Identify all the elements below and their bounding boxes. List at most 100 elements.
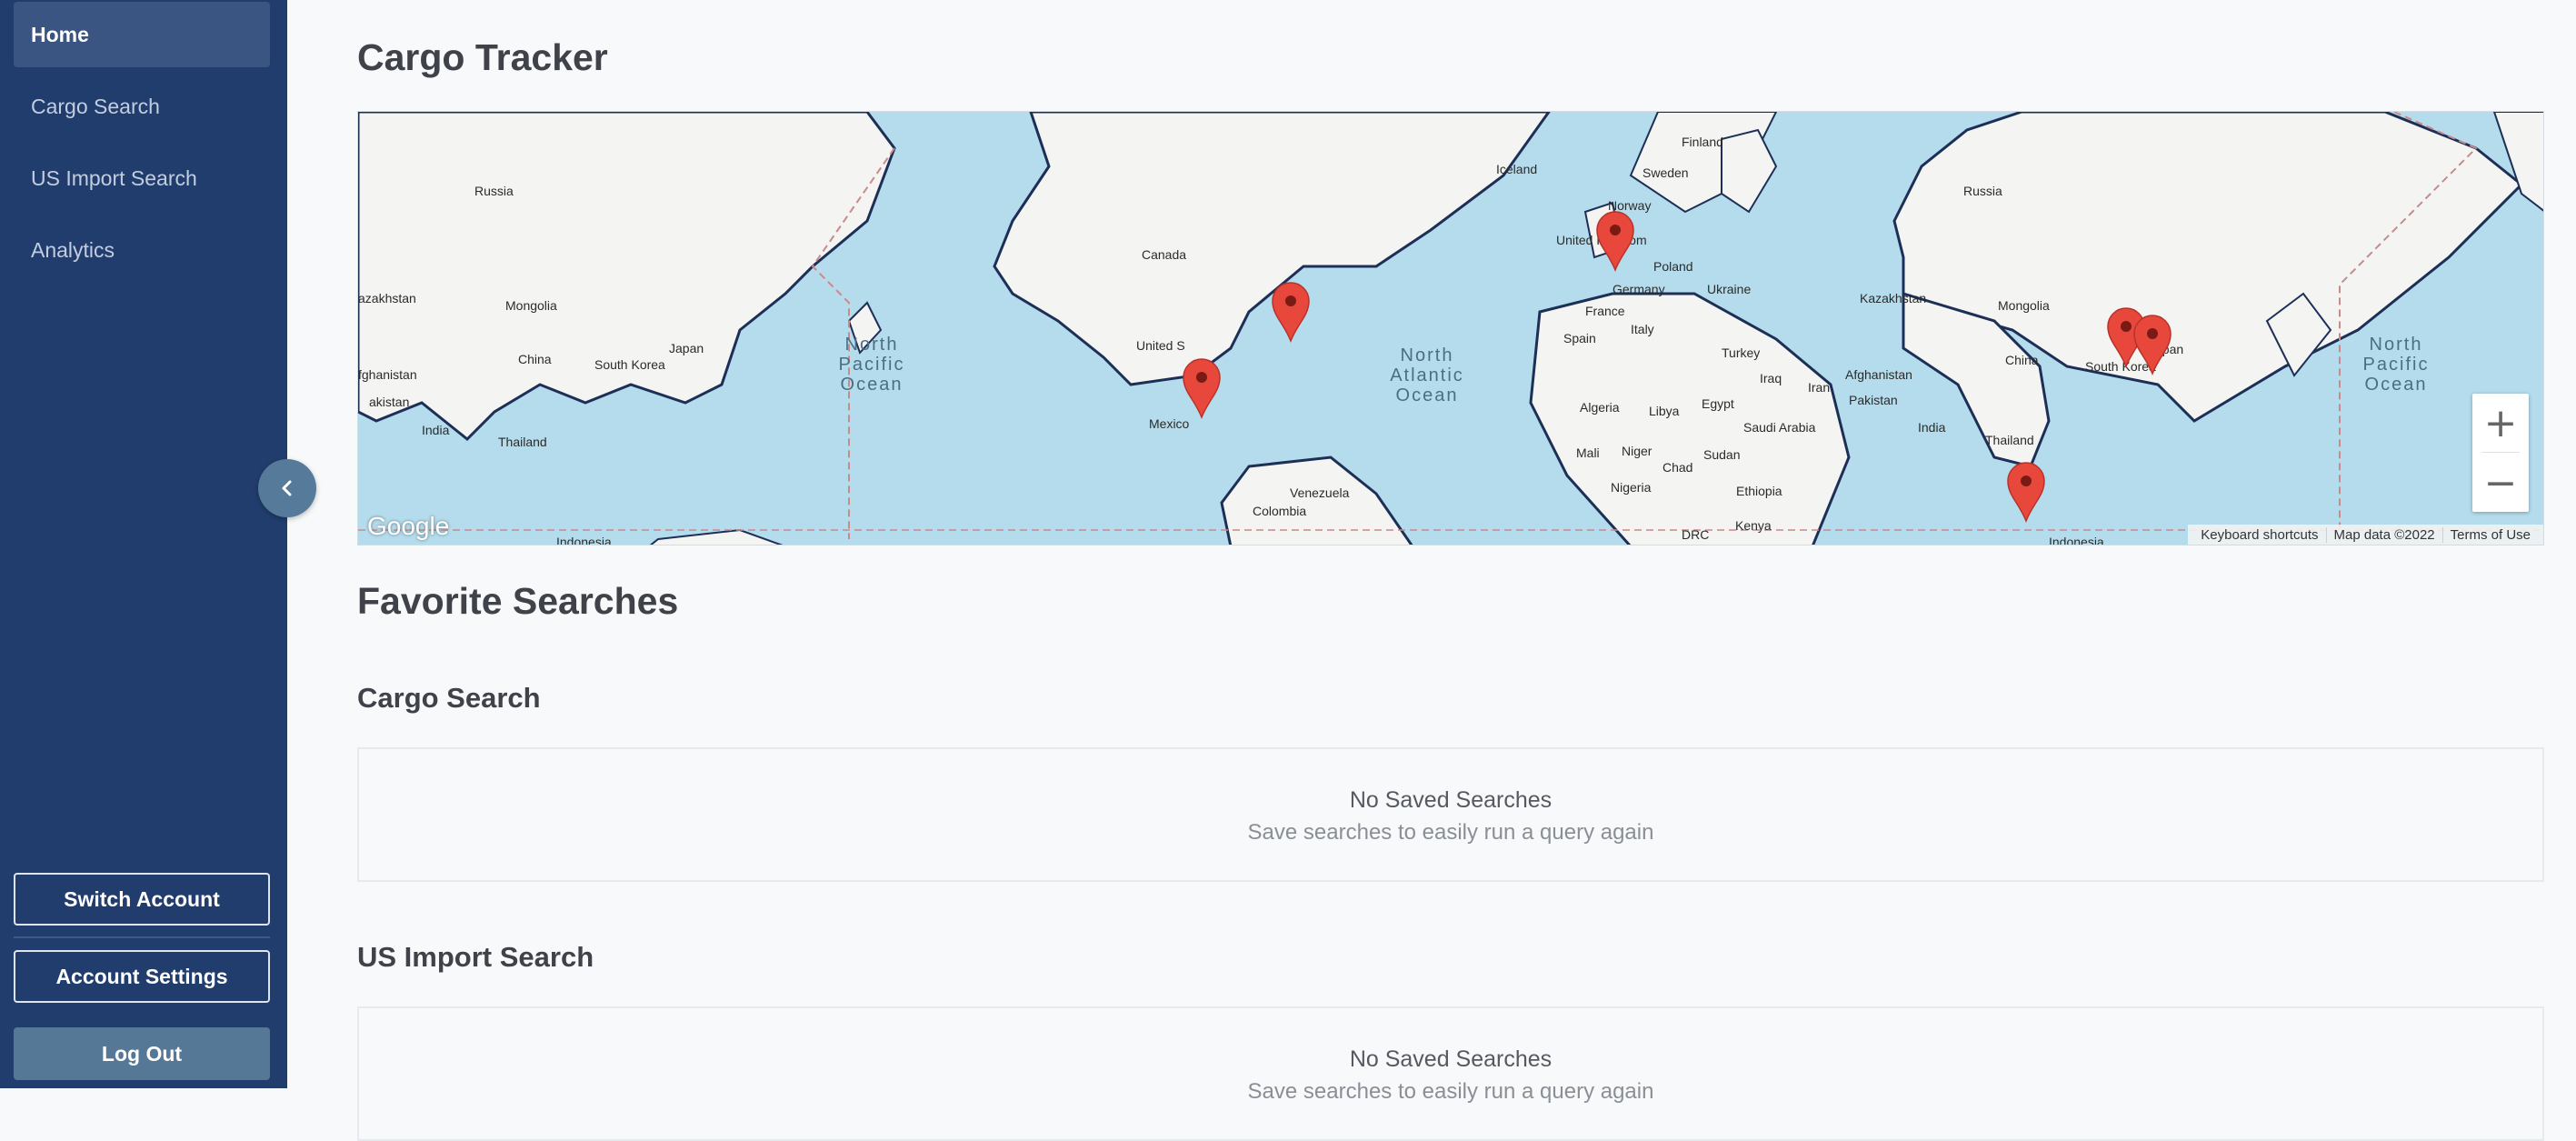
ocean-label: Pacific [2363,355,2430,375]
ocean-label: North [2370,335,2423,355]
map-label: Mongolia [1998,298,2050,313]
collapse-sidebar-button[interactable] [258,459,316,517]
map-label: Mexico [1149,416,1190,431]
map-label: Indonesia [2049,535,2104,545]
map-label: South Korea [594,357,665,372]
map-label: Ukraine [1707,282,1751,296]
zoom-out-button[interactable]: − [2472,454,2529,512]
map-canvas[interactable]: Russia Mongolia China South Korea Japan … [358,112,2544,545]
sidebar-item-label: US Import Search [31,165,197,190]
sidebar-item-home[interactable]: Home [14,2,270,67]
map-label: Venezuela [1290,485,1350,500]
map-label: India [422,423,450,437]
us-import-search-empty-card: No Saved Searches Save searches to easil… [357,1006,2544,1141]
map-label: DRC [1682,527,1709,542]
page-title: Cargo Tracker [357,36,608,78]
sidebar: Home Cargo Search US Import Search Analy… [0,0,287,1088]
map-label: Finland [1682,135,1723,149]
map-label: Saudi Arabia [1743,420,1816,435]
map-label: Russia [1963,184,2002,198]
map-label: Japan [669,341,704,355]
map-label: Norway [1608,198,1651,213]
sidebar-item-label: Home [31,22,89,46]
ocean-label: Ocean [1396,385,1459,405]
google-logo: Google [367,512,450,540]
plus-icon: + [2483,399,2518,446]
keyboard-shortcuts-link[interactable]: Keyboard shortcuts [2193,527,2325,543]
map-label: Pakistan [1849,393,1898,407]
map-label: United S [1136,338,1185,353]
map-attribution: Keyboard shortcuts Map data ©2022 Terms … [2188,525,2543,545]
empty-state-subtitle: Save searches to easily run a query agai… [1247,1079,1654,1104]
map-label: Algeria [1580,400,1620,415]
map-label: France [1585,304,1625,318]
map-label: Iceland [1496,162,1537,176]
ocean-label: North [845,335,899,355]
map-label: azakhstan [358,291,416,305]
map-label: Colombia [1253,504,1306,518]
zoom-divider [2481,452,2520,453]
map-label: Poland [1653,259,1693,274]
map-label: Afghanistan [1845,367,1912,382]
switch-account-button[interactable]: Switch Account [14,873,270,926]
map-label: Sweden [1642,165,1689,180]
zoom-in-button[interactable]: + [2472,394,2529,452]
section-title-us-import-search: US Import Search [357,941,594,973]
switch-account-label: Switch Account [64,886,220,911]
sidebar-item-cargo-search[interactable]: Cargo Search [14,74,270,139]
account-settings-label: Account Settings [55,964,228,988]
map-label: Niger [1622,444,1652,458]
map-label: Indonesia [556,535,612,545]
ocean-label: North [1401,345,1454,365]
sidebar-item-label: Analytics [31,237,115,262]
map-label: China [2005,353,2039,367]
account-settings-button[interactable]: Account Settings [14,950,270,1003]
map-label: Libya [1649,404,1680,418]
minus-icon: − [2483,459,2518,506]
log-out-button[interactable]: Log Out [14,1027,270,1080]
map-label: Thailand [1985,433,2034,447]
empty-state-title: No Saved Searches [1349,1046,1553,1072]
map-data-text: Map data ©2022 [2325,526,2442,543]
ocean-label: Pacific [839,355,905,375]
map-label: Egypt [1702,396,1734,411]
ocean-label: Atlantic [1390,365,1464,385]
map-label: Canada [1142,247,1186,262]
sidebar-item-us-import-search[interactable]: US Import Search [14,145,270,211]
map-label: Turkey [1722,345,1760,360]
map-label: Chad [1662,460,1692,475]
sidebar-item-label: Cargo Search [31,94,160,118]
map-label: Kazakhstan [1860,291,1926,305]
map-label: Russia [474,184,514,198]
map-label: fghanistan [358,367,417,382]
empty-state-title: No Saved Searches [1349,787,1553,813]
map-label: Iraq [1760,371,1782,385]
cargo-map[interactable]: Russia Mongolia China South Korea Japan … [357,111,2544,545]
ocean-label: Ocean [841,375,904,395]
map-label: akistan [369,395,409,409]
map-label: Italy [1631,322,1654,336]
zoom-controls: + − [2472,394,2529,512]
map-label: Kenya [1735,518,1772,533]
clipped-heading-fragment [945,0,973,2]
log-out-label: Log Out [101,1041,183,1066]
sidebar-item-analytics[interactable]: Analytics [14,217,270,283]
map-label: Spain [1563,331,1596,345]
map-label: China [518,352,552,366]
terms-of-use-link[interactable]: Terms of Use [2441,526,2538,543]
map-label: Mongolia [505,298,557,313]
map-label: Iran [1808,380,1830,395]
cargo-search-empty-card: No Saved Searches Save searches to easil… [357,747,2544,882]
ocean-label: Ocean [2365,375,2428,395]
map-label: Ethiopia [1736,484,1782,498]
map-label: Nigeria [1611,480,1652,495]
favorites-title: Favorite Searches [357,580,679,622]
section-title-cargo-search: Cargo Search [357,682,541,714]
map-label: Thailand [498,435,547,449]
map-label: Mali [1576,445,1600,460]
chevron-left-icon [282,480,292,496]
map-label: Sudan [1703,447,1740,462]
map-label: India [1918,420,1946,435]
sidebar-divider [14,936,270,938]
empty-state-subtitle: Save searches to easily run a query agai… [1247,820,1654,845]
